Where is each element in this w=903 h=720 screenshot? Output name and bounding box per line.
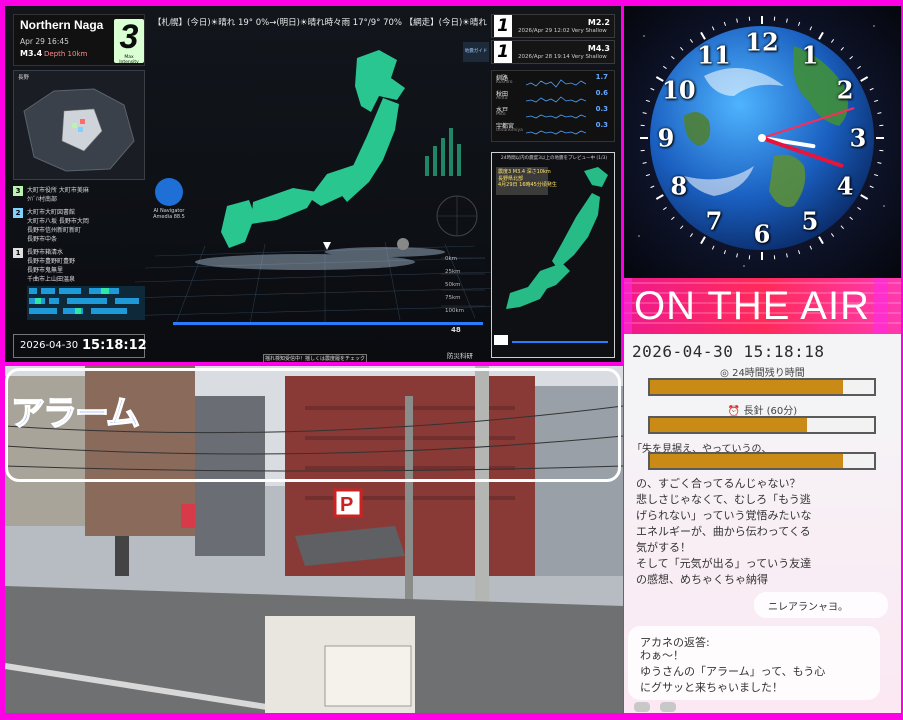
on-air-label: ON THE AIR [634, 284, 870, 328]
quake-preview-panel: 24時間以内の震度3以上の地震をプレビュー中 (1/3) 震度3 M3.4 深さ… [491, 152, 615, 358]
recent-event-card[interactable]: 1 M4.3 2026/Apr 28 19:14 Very Shallow [491, 40, 615, 64]
clock-numeral: 12 [745, 27, 779, 57]
quake-magnitude: M3.4 [20, 49, 43, 58]
recent-event-card[interactable]: 1 M2.2 2026/Apr 29 12:02 Very Shallow [491, 14, 615, 38]
clock-numeral: 2 [836, 75, 854, 105]
chat-message: の、すごく合ってるんじゃない？ 悲しさじゃなくて、むしろ「もう逃 げられない」っ… [636, 477, 812, 586]
chat-icon[interactable] [660, 702, 676, 712]
intensity-level-badge: 3 [13, 186, 23, 196]
clock-numeral: 8 [670, 171, 688, 201]
event-rank: 1 [494, 41, 512, 63]
progress-bar-minute [648, 416, 876, 434]
region-name: Northern Naga [20, 18, 104, 32]
ai-navigator-line2: Amedia 88.5 [153, 214, 185, 220]
monitor-clock: 2026-04-30 15:18:12 [13, 334, 147, 358]
progress-fill [650, 418, 807, 432]
parking-sign: P [340, 494, 353, 516]
on-air-banner: ON THE AIR [624, 278, 901, 334]
event-datetime: 2026/Apr 28 19:14 Very Shallow [518, 54, 607, 60]
check-intensity-button[interactable]: 揺れ検知受信中！揺しくは震度履をチェック [263, 354, 367, 362]
clock-numeral: 11 [697, 40, 731, 70]
station-value: 1.7 [595, 73, 608, 81]
max-intensity-badge: 3 Max Intensity [114, 18, 144, 65]
intensity-label: Max Intensity [119, 55, 139, 65]
ai-navigator: AI Navigator Amedia 88.5 [147, 178, 191, 220]
depth-label: 25km [445, 269, 461, 275]
reply-bubble: アカネの返答: わぁ～！ ゆうさんの「アラーム」って、もう心 にグサッと来ちゃい… [628, 626, 880, 700]
clock-numeral: 3 [849, 123, 867, 153]
station-romaji: Akita [496, 96, 508, 101]
city-names: 長野市箱清水 長野市豊野町豊野 長野市鬼無里 千曲市上山田温泉 [27, 249, 76, 283]
clock-numeral: 6 [753, 219, 771, 249]
station-value: 0.3 [595, 121, 608, 129]
timer-datetime: 2026-04-30 15:18:18 [632, 342, 825, 361]
nied-brand: 防災科研 [447, 352, 473, 360]
monitor-date: 2026-04-30 [20, 340, 79, 351]
intensity-value: 3 [119, 18, 139, 56]
bar-label: ◎ 24時間残り時間 [720, 368, 805, 379]
station-value: 0.3 [595, 105, 608, 113]
station-waveforms [526, 79, 586, 135]
intensity-level-badge: 2 [13, 208, 23, 218]
clock-numeral: 9 [657, 123, 675, 153]
scale-readout: 48 [451, 326, 461, 334]
weather-ticker: 【札幌】(今日)☀晴れ 19° 0%→(明日)☀晴れ時々雨 17°/9° 70%… [153, 18, 488, 28]
city-names: 大町市役所 大町市美麻 ｸﾊﾞﾊ村南部 [27, 187, 89, 203]
chat-icon[interactable] [634, 702, 650, 712]
clock-numeral: 1 [801, 40, 819, 70]
inset-region-map: 長野 [13, 70, 145, 180]
clock-numeral: 10 [662, 75, 696, 105]
progress-fill [650, 380, 843, 394]
station-romaji: Mito [496, 112, 506, 117]
epicenter-card: Northern Naga Apr 29 16:45 M3.4 Depth 10… [13, 14, 145, 66]
quake-time: Apr 29 16:45 [20, 37, 69, 46]
bar-label: ⏰ 長針 (60分) [727, 406, 798, 417]
depth-label: 75km [445, 295, 461, 301]
quake-guide-logo: 地震ガイド [463, 42, 489, 62]
affected-cities-list: 3 大町市役所 大町市美麻 ｸﾊﾞﾊ村南部 2 大町市大町図書館 大町市八坂 長… [13, 186, 145, 288]
clock-numeral: 7 [705, 206, 723, 236]
intensity-level-badge: 1 [13, 248, 23, 258]
preview-map [494, 167, 608, 345]
earthquake-monitor: 【札幌】(今日)☀晴れ 19° 0%→(明日)☀晴れ時々雨 17°/9° 70%… [5, 6, 621, 362]
chat-bubble-small: ニレアランャヨ。 [754, 592, 888, 618]
timer-panel: 2026-04-30 15:18:18 ◎ 24時間残り時間 ⏰ 長針 (60分… [624, 334, 901, 438]
progress-bar-third [648, 452, 876, 470]
event-datetime: 2026/Apr 29 12:02 Very Shallow [518, 28, 607, 34]
globe-clock: 12 1 2 3 4 5 6 7 8 9 10 11 [624, 6, 901, 278]
chat-panel: 「失を見据え、やっていうの、 の、すごく合ってるんじゃない？ 悲しさじゃなくて、… [624, 438, 901, 713]
quake-depth: Depth 10km [44, 50, 88, 58]
depth-label: 100km [445, 308, 465, 314]
street-camera-feed: P アラーム [5, 366, 623, 713]
event-magnitude: M4.3 [587, 44, 610, 53]
clock-numeral: 4 [836, 171, 854, 201]
chat-bubble-text: ニレアランャヨ。 [768, 602, 848, 613]
clock-numeral: 5 [801, 206, 819, 236]
station-romaji: Utsunomiya [496, 128, 523, 133]
station-value: 0.6 [595, 89, 608, 97]
intensity-heatmap [27, 286, 145, 320]
event-rank: 1 [494, 15, 512, 37]
city-names: 大町市大町図書館 大町市八坂 長野市大岡 長野市信州新町新町 長野市中条 [27, 209, 89, 243]
depth-scale: 0km 25km 50km 75km 100km [445, 256, 464, 314]
depth-label: 50km [445, 282, 461, 288]
list-item: 3 大町市役所 大町市美麻 ｸﾊﾞﾊ村南部 [13, 186, 145, 204]
reply-body: わぁ～！ ゆうさんの「アラーム」って、もう心 にグサッと来ちゃいました！ [640, 649, 826, 694]
alarm-title: アラーム [10, 393, 140, 435]
depth-label: 0km [445, 256, 458, 262]
station-romaji: Kushiro [496, 80, 513, 85]
list-item: 1 長野市箱清水 長野市豊野町豊野 長野市鬼無里 千曲市上山田温泉 [13, 248, 145, 284]
station-readings: 釧路 Kushiro 1.7 秋田 Akita 0.6 水戸 Mito 0.3 … [491, 70, 615, 142]
progress-fill [650, 454, 843, 468]
event-magnitude: M2.2 [587, 18, 610, 27]
progress-bar-24h [648, 378, 876, 396]
list-item: 2 大町市大町図書館 大町市八坂 長野市大岡 長野市信州新町新町 長野市中条 [13, 208, 145, 244]
ai-navigator-icon [155, 178, 183, 206]
monitor-time: 15:18:12 [82, 338, 147, 353]
